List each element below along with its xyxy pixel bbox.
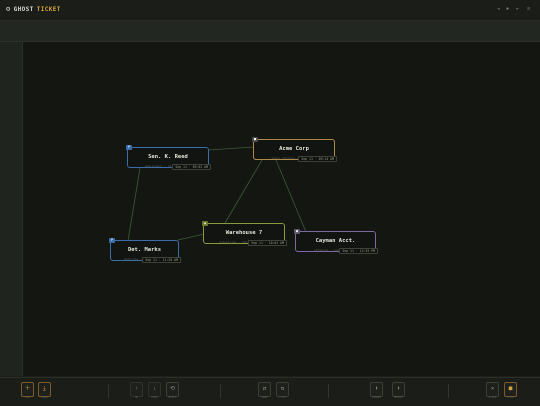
edge-marks-warehouse [177,233,205,241]
node-acme[interactable]: ■ Acme Corp shell holding · est. 2019 Se… [252,137,337,162]
reset-icon: ⟲ [169,385,176,392]
arrow-down-icon: ↓ [152,385,157,392]
import-icon: ⬇ [396,385,401,392]
move-up-button[interactable]: ↑ UP [130,382,143,399]
edge-acme-warehouse [224,159,263,224]
node-timestamp: Sep 11 · 11:20 AM [142,257,181,263]
flip-button[interactable]: ⇆ FLIP [276,382,289,399]
swap-button[interactable]: ⇄ SWAP [258,382,271,399]
node-title: Det. Marks [127,247,162,253]
company-badge-icon: ■ [252,137,258,142]
link-icon: ⤓ [43,385,46,392]
edge-reed-marks [127,167,141,242]
account-badge-icon: ● [294,229,300,234]
reset-button[interactable]: ⟲ RESET [166,382,179,399]
node-timestamp: Sep 11 · 12:35 PM [339,248,378,254]
person-badge-icon: P [109,238,115,243]
node-timestamp: Sep 11 · 09:02 AM [172,164,211,170]
node-title: Cayman Acct. [315,238,356,244]
bottom-toolbar: ＋ ADD ⤓ LINK ↑ UP ↓ DOWN ⟲ RESET ⇄ SWAP ⇆ FLIP … [0,377,540,406]
swap-icon: ⇄ [262,385,267,392]
import-button[interactable]: ⬇ IMPORT [392,382,405,399]
node-timestamp: Sep 11 · 10:01 AM [248,240,287,246]
connection-layer [127,146,307,242]
clear-button[interactable]: ✕ CLEAR [486,382,499,399]
node-title: Acme Corp [279,146,309,152]
person-badge-icon: P [126,145,132,150]
node-warehouse[interactable]: ▲ Warehouse 7 industrial · harbor distri… [202,221,287,246]
node-title: Sen. K. Reed [148,154,188,160]
node-title: Warehouse 7 [225,230,263,236]
location-badge-icon: ▲ [202,221,208,226]
node-reed[interactable]: P Sen. K. Reed legislator · district sea… [126,145,211,170]
stop-icon: ■ [508,385,513,392]
flip-icon: ⇆ [280,385,285,392]
arrow-up-icon: ↑ [134,385,139,392]
node-cayman[interactable]: ● Cayman Acct. offshore · numbered acct … [294,229,378,254]
export-button[interactable]: ⬆ EXPORT [370,382,383,399]
close-icon: ✕ [490,385,495,392]
node-timestamp: Sep 11 · 09:14 AM [298,156,337,162]
node-marks[interactable]: P Det. Marks homicide · 4th precinct Sep… [109,238,181,263]
edge-acme-cayman [275,159,307,233]
move-down-button[interactable]: ↓ DOWN [148,382,161,399]
add-node-button[interactable]: ＋ ADD [21,382,34,399]
link-button[interactable]: ⤓ LINK [38,382,51,399]
stop-button[interactable]: ■ STOP [504,382,517,399]
export-icon: ⬆ [374,385,379,392]
plus-icon: ＋ [24,385,31,392]
edge-reed-acme [207,146,255,151]
